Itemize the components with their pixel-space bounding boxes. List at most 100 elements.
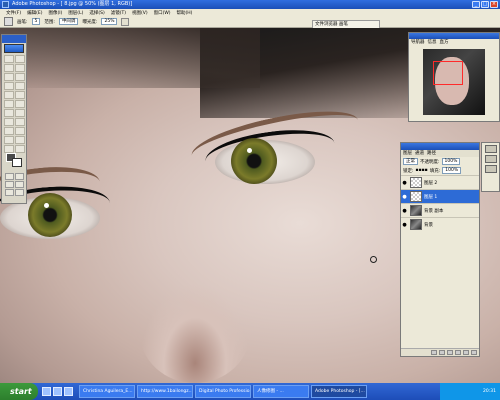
desktop-icon[interactable]	[53, 387, 62, 396]
layer-row[interactable]: ● 背景	[401, 217, 479, 231]
layer-thumbnail	[410, 177, 422, 188]
menu-view[interactable]: 视图(V)	[132, 10, 148, 16]
brush-tool-icon[interactable]	[15, 82, 25, 90]
clock[interactable]: 20:31	[483, 389, 496, 394]
layer-style-icon[interactable]	[431, 350, 437, 355]
new-set-icon[interactable]	[447, 350, 453, 355]
minimize-button[interactable]: _	[472, 1, 480, 8]
magic-wand-tool-icon[interactable]	[15, 64, 25, 72]
browser-icon[interactable]	[42, 387, 51, 396]
fill-field[interactable]: 100%	[442, 167, 462, 174]
menu-window[interactable]: 窗口(W)	[154, 10, 171, 16]
menu-layer[interactable]: 图层(L)	[68, 10, 83, 16]
opacity-field[interactable]: 100%	[441, 158, 461, 165]
notes-tool-icon[interactable]	[4, 136, 14, 144]
brush-size-picker[interactable]: 5	[31, 18, 41, 25]
navigator-view-box[interactable]	[433, 61, 463, 85]
tab-info[interactable]: 信息	[428, 39, 437, 46]
trash-icon[interactable]	[471, 350, 477, 355]
history-brush-tool-icon[interactable]	[15, 91, 25, 99]
gradient-tool-icon[interactable]	[15, 100, 25, 108]
start-button[interactable]: start	[0, 383, 38, 400]
tab-channels[interactable]: 通道	[415, 150, 424, 157]
toolbox-header[interactable]	[2, 35, 26, 43]
menu-filter[interactable]: 滤镜(T)	[111, 10, 126, 16]
airbrush-button[interactable]	[121, 17, 130, 26]
media-icon[interactable]	[64, 387, 73, 396]
path-selection-tool-icon[interactable]	[4, 118, 14, 126]
palette-button[interactable]	[484, 145, 497, 153]
blend-row: 正常 不透明度: 100%	[401, 157, 479, 166]
close-button[interactable]: ×	[490, 1, 498, 8]
move-tool-icon[interactable]	[15, 55, 25, 63]
adobe-online-icon[interactable]	[4, 44, 24, 53]
screen-mode-full-icon[interactable]	[15, 181, 24, 188]
screen-mode-menu-icon[interactable]	[5, 189, 14, 196]
title-bar: Adobe Photoshop - [ 8.jpg @ 50% (图层 1, R…	[0, 0, 500, 9]
visibility-eye-icon[interactable]: ●	[401, 222, 408, 228]
palette-button[interactable]	[484, 165, 497, 173]
hand-tool-icon[interactable]	[4, 145, 14, 153]
menu-bar: 文件(F) 编辑(E) 图像(I) 图层(L) 选择(S) 滤镜(T) 视图(V…	[0, 9, 500, 16]
dodge-tool-button[interactable]	[15, 109, 25, 117]
taskbar-item[interactable]: Christina Aguilera_E...	[79, 385, 135, 398]
tab-paths[interactable]: 路径	[427, 150, 436, 157]
lock-icon[interactable]: ▪▪▪▪	[416, 168, 428, 173]
palette-button[interactable]	[484, 155, 497, 163]
eraser-tool-icon[interactable]	[4, 100, 14, 108]
visibility-eye-icon[interactable]: ●	[401, 180, 408, 186]
layer-row[interactable]: ● 图层 2	[401, 175, 479, 189]
tab-navigator[interactable]: 导航器	[411, 39, 425, 46]
marquee-tool-icon[interactable]	[4, 55, 14, 63]
layer-mask-icon[interactable]	[439, 350, 445, 355]
menu-file[interactable]: 文件(F)	[6, 10, 21, 16]
layer-row-active[interactable]: ● 图层 1	[401, 189, 479, 203]
menu-select[interactable]: 选择(S)	[89, 10, 104, 16]
slice-tool-icon[interactable]	[15, 73, 25, 81]
blur-tool-icon[interactable]	[4, 109, 14, 117]
layers-tabs: 图层 通道 路径	[401, 150, 479, 157]
taskbar-item[interactable]: http://www.1bailongz...	[137, 385, 193, 398]
opacity-label: 不透明度:	[420, 159, 440, 165]
lasso-tool-icon[interactable]	[4, 64, 14, 72]
standard-mode-icon[interactable]	[5, 173, 14, 180]
layer-thumbnail	[410, 205, 422, 216]
brush-label: 画笔:	[17, 19, 28, 25]
eyedropper-tool-icon[interactable]	[15, 136, 25, 144]
tab-histogram[interactable]: 直方	[440, 39, 449, 46]
menu-edit[interactable]: 编辑(E)	[27, 10, 42, 16]
taskbar-item[interactable]: Digital Photo Professio...	[195, 385, 251, 398]
exposure-field[interactable]: 25%	[101, 18, 118, 25]
shape-tool-icon[interactable]	[15, 127, 25, 135]
dodge-tool-icon[interactable]	[4, 17, 13, 26]
taskbar-item[interactable]: 人像修图 - ...	[253, 385, 309, 398]
visibility-eye-icon[interactable]: ●	[401, 208, 408, 214]
menu-help[interactable]: 帮助(H)	[177, 10, 193, 16]
type-tool-icon[interactable]	[15, 118, 25, 126]
mode-buttons	[5, 173, 25, 196]
healing-brush-tool-icon[interactable]	[4, 82, 14, 90]
blend-mode-select[interactable]: 正常	[403, 158, 418, 165]
new-layer-icon[interactable]	[463, 350, 469, 355]
quick-mask-mode-icon[interactable]	[15, 173, 24, 180]
crop-tool-icon[interactable]	[4, 73, 14, 81]
tab-layers[interactable]: 图层	[403, 150, 412, 157]
maximize-button[interactable]: □	[481, 1, 489, 8]
layer-name: 背景	[424, 222, 433, 228]
layers-panel-header[interactable]	[401, 143, 479, 150]
adjustment-layer-icon[interactable]	[455, 350, 461, 355]
taskbar: start Christina Aguilera_E... http://www…	[0, 383, 500, 400]
navigator-thumbnail[interactable]	[423, 49, 485, 115]
layer-row[interactable]: ● 背景 副本	[401, 203, 479, 217]
background-color-swatch[interactable]	[12, 158, 22, 167]
visibility-eye-icon[interactable]: ●	[401, 194, 408, 200]
screen-mode-standard-icon[interactable]	[5, 181, 14, 188]
taskbar-item-active[interactable]: Adobe Photoshop - [...	[311, 385, 367, 398]
pen-tool-icon[interactable]	[4, 127, 14, 135]
range-select[interactable]: 中间调	[58, 18, 79, 25]
tool-grid	[4, 55, 26, 153]
menu-image[interactable]: 图像(I)	[48, 10, 62, 16]
zoom-tool-icon[interactable]	[15, 145, 25, 153]
clone-stamp-tool-icon[interactable]	[4, 91, 14, 99]
jump-to-imageready-icon[interactable]	[15, 189, 24, 196]
